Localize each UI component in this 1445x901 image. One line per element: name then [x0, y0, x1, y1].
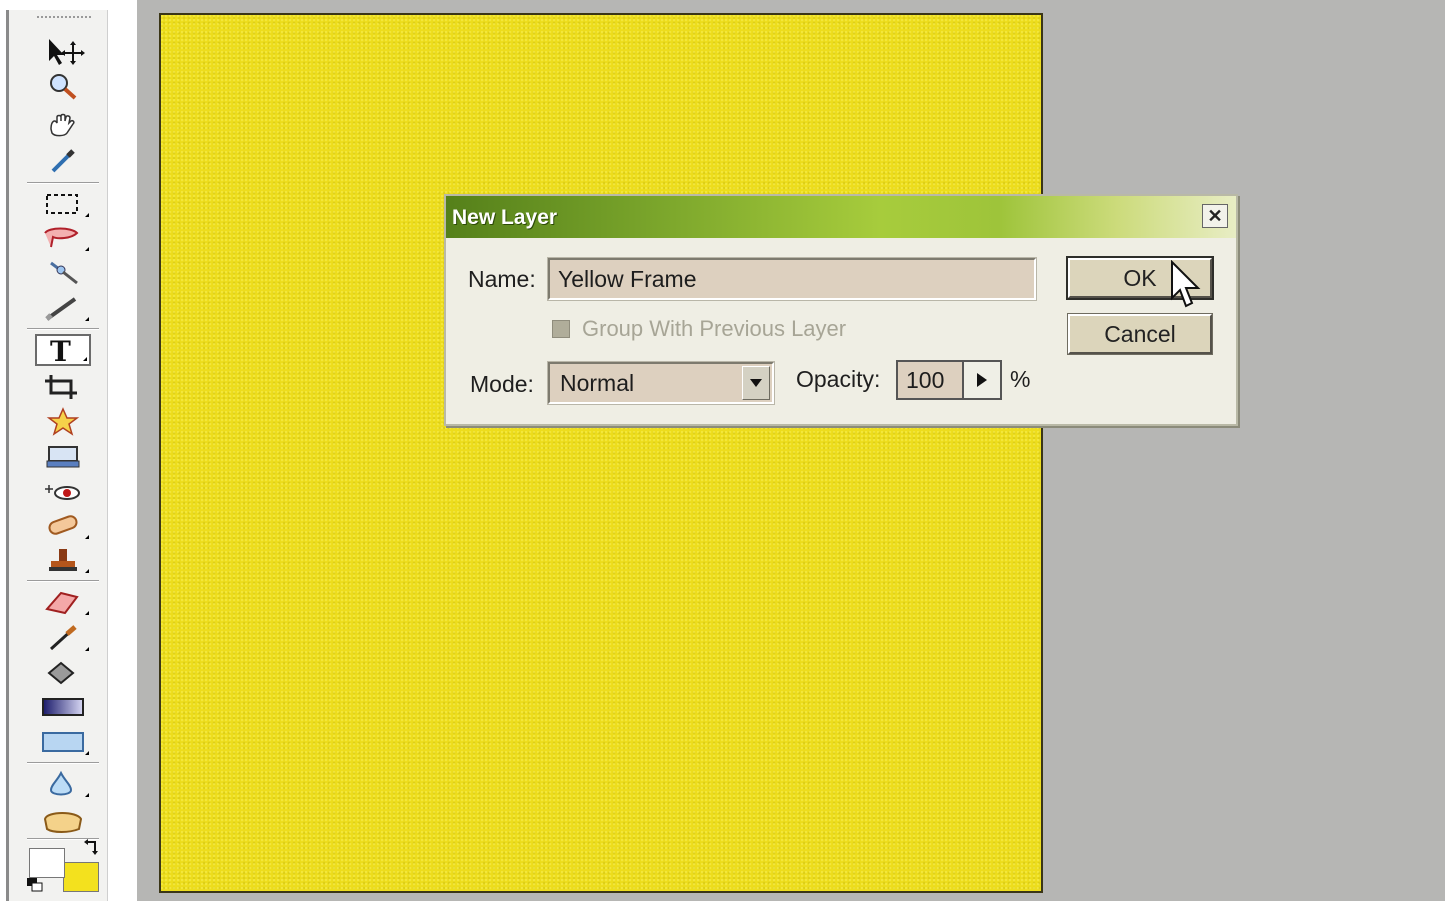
- move-tool-icon[interactable]: [35, 36, 91, 68]
- layer-name-input[interactable]: Yellow Frame: [547, 257, 1037, 301]
- foreground-color-swatch[interactable]: [29, 848, 65, 878]
- blend-mode-dropdown-button[interactable]: [742, 366, 770, 400]
- opacity-label: Opacity:: [796, 366, 881, 392]
- rectangle-shape-tool-icon[interactable]: [35, 726, 91, 758]
- image-canvas[interactable]: [159, 13, 1043, 893]
- eraser-tool-icon[interactable]: [35, 586, 91, 618]
- dialog-title: New Layer: [452, 206, 558, 229]
- toolbox-separator: [27, 182, 99, 184]
- crop-tool-icon[interactable]: [35, 370, 91, 402]
- group-with-previous-label: Group With Previous Layer: [582, 316, 847, 341]
- name-label: Name:: [468, 266, 536, 292]
- cookie-cutter-tool-icon[interactable]: [35, 440, 91, 472]
- percent-label: %: [1010, 366, 1031, 392]
- cancel-button[interactable]: Cancel: [1067, 313, 1213, 355]
- swap-colors-icon[interactable]: [83, 838, 101, 856]
- group-with-previous-checkbox: [552, 320, 570, 338]
- gradient-tool-icon[interactable]: [35, 690, 91, 722]
- blend-mode-select[interactable]: Normal: [547, 361, 775, 405]
- opacity-input[interactable]: 100: [896, 360, 964, 400]
- mode-label: Mode:: [470, 371, 534, 397]
- toolbox-separator: [27, 762, 99, 764]
- new-layer-dialog: New Layer ✕ Name: Yellow Frame Group Wit…: [444, 194, 1238, 426]
- paint-bucket-tool-icon[interactable]: [35, 656, 91, 688]
- zoom-tool-icon[interactable]: [35, 70, 91, 102]
- svg-text:T: T: [50, 335, 71, 365]
- close-icon: ✕: [1207, 205, 1223, 226]
- dialog-titlebar[interactable]: New Layer ✕: [446, 196, 1236, 238]
- magic-wand-tool-icon[interactable]: [35, 256, 91, 288]
- rectangular-marquee-tool-icon[interactable]: [35, 188, 91, 220]
- color-swatches: [23, 838, 103, 894]
- toolbox-grip[interactable]: [37, 16, 91, 20]
- healing-brush-tool-icon[interactable]: [35, 510, 91, 542]
- chevron-down-icon: [750, 379, 762, 387]
- blend-mode-value: Normal: [560, 370, 635, 396]
- play-arrow-icon: [977, 373, 987, 387]
- toolbox: T: [6, 10, 108, 901]
- clone-stamp-tool-icon[interactable]: [35, 544, 91, 576]
- type-tool-icon[interactable]: T: [35, 334, 91, 366]
- opacity-slider-button[interactable]: [964, 360, 1002, 400]
- default-colors-icon[interactable]: [27, 878, 43, 892]
- hand-tool-icon[interactable]: [35, 110, 91, 142]
- blur-tool-icon[interactable]: [35, 768, 91, 800]
- toolbox-separator: [27, 328, 99, 330]
- custom-shape-tool-icon[interactable]: [35, 406, 91, 438]
- workspace: [137, 0, 1445, 901]
- close-button[interactable]: ✕: [1202, 204, 1228, 228]
- sponge-tool-icon[interactable]: [35, 804, 91, 836]
- mouse-pointer-icon: [1171, 260, 1201, 308]
- red-eye-tool-icon[interactable]: [35, 474, 91, 506]
- eyedropper-tool-icon[interactable]: [35, 144, 91, 176]
- toolbox-separator: [27, 580, 99, 582]
- brush-tool-icon[interactable]: [35, 622, 91, 654]
- background-color-swatch[interactable]: [63, 862, 99, 892]
- selection-brush-tool-icon[interactable]: [35, 292, 91, 324]
- lasso-tool-icon[interactable]: [35, 222, 91, 254]
